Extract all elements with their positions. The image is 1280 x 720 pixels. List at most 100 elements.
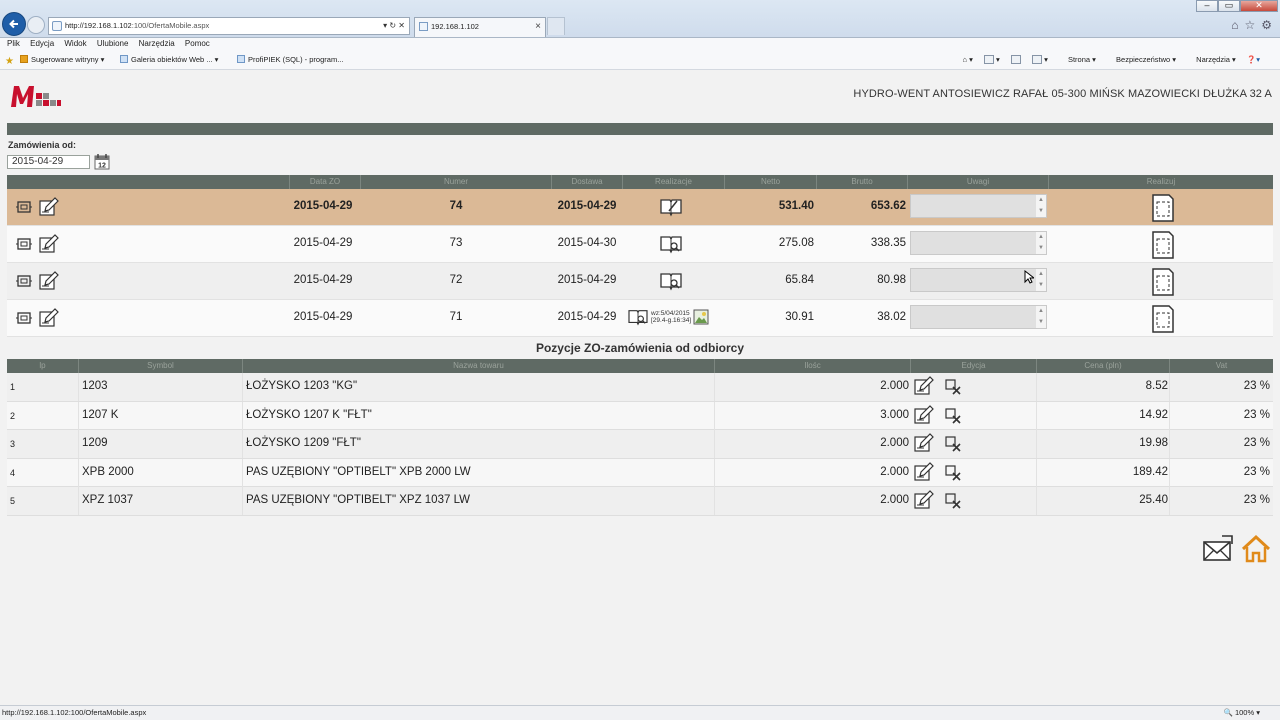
details-icon[interactable]: [16, 200, 32, 214]
realize-order-icon[interactable]: [1150, 268, 1176, 296]
realize-order-icon[interactable]: [1150, 305, 1176, 333]
menu-tools[interactable]: Narzędzia: [139, 39, 175, 48]
realizations-search-icon[interactable]: [659, 271, 683, 291]
position-row[interactable]: 5 XPZ 1037 PAS UZĘBIONY "OPTIBELT" XPZ 103…: [7, 487, 1273, 516]
new-tab-button[interactable]: [547, 17, 565, 35]
home-browser-icon[interactable]: ⌂: [1231, 18, 1238, 32]
menu-help[interactable]: Pomoc: [185, 39, 210, 48]
restore-button[interactable]: ▭: [1218, 0, 1240, 12]
help-icon[interactable]: ❓▾: [1247, 55, 1260, 64]
favorites-bar: ★ Sugerowane witryny ▾ Galeria obiektów …: [0, 52, 1280, 70]
col-gross: Brutto: [851, 177, 873, 186]
window-controls: – ▭ ✕: [1196, 0, 1278, 12]
order-number: 71: [449, 311, 463, 323]
home-cmd-icon[interactable]: ⌂ ▾: [962, 55, 972, 64]
col-product-name: Nazwa towaru: [453, 361, 504, 370]
position-row[interactable]: 2 1207 K ŁOŻYSKO 1207 K "FŁT" 3.000 14.92 23 …: [7, 401, 1273, 430]
orders-table: Data ZO Numer Dostawa Realizacje Netto B…: [7, 175, 1273, 337]
close-window-button[interactable]: ✕: [1240, 0, 1278, 12]
delete-position-icon[interactable]: [945, 436, 961, 452]
position-name: ŁOŻYSKO 1203 "KG": [246, 380, 358, 392]
favorites-star-icon[interactable]: ☆: [1244, 18, 1255, 32]
realizations-book-icon[interactable]: [659, 197, 683, 217]
realizations-search-icon[interactable]: [627, 308, 649, 326]
browser-tab[interactable]: 192.168.1.102 ×: [414, 17, 546, 37]
note-spinner[interactable]: ▲ ▼: [1036, 269, 1046, 291]
menu-view[interactable]: Widok: [64, 39, 86, 48]
edit-position-icon[interactable]: [914, 490, 934, 510]
position-quantity: 2.000: [880, 465, 909, 478]
position-quantity: 2.000: [880, 494, 909, 506]
position-row[interactable]: 4 XPB 2000 PAS UZĘBIONY "OPTIBELT" XPB 200…: [7, 458, 1273, 487]
order-net: 531.40: [778, 200, 814, 212]
delete-position-icon[interactable]: [945, 407, 961, 424]
refresh-icon[interactable]: ▾ ↻ ✕: [383, 18, 405, 34]
mail-cmd-icon[interactable]: [1010, 55, 1021, 64]
back-button[interactable]: [2, 12, 26, 36]
order-delivery: 2015-04-29: [557, 274, 617, 286]
menu-edit[interactable]: Edycja: [30, 39, 54, 48]
order-row[interactable]: 2015-04-29 71 2015-04-29 wz:5/04/2015 [29…: [7, 300, 1273, 337]
order-note-input[interactable]: ▲ ▼: [910, 194, 1047, 218]
details-icon[interactable]: [16, 274, 32, 288]
order-row[interactable]: 2015-04-29 72 2015-04-29 65.84 80.98 ▲ ▼: [7, 263, 1273, 300]
order-row[interactable]: 2015-04-29 74 2015-04-29 531.40 653.62 ▲…: [7, 189, 1273, 226]
zoom-level[interactable]: 🔍 100% ▾: [1224, 706, 1260, 720]
realize-order-icon[interactable]: [1150, 194, 1176, 222]
cmd-security[interactable]: Bezpieczeństwo ▾: [1107, 55, 1176, 64]
fav-suggested-sites[interactable]: Sugerowane witryny ▾: [20, 52, 104, 68]
note-spinner[interactable]: ▲ ▼: [1036, 195, 1046, 217]
realize-order-icon[interactable]: [1150, 231, 1176, 259]
order-note-input[interactable]: ▲ ▼: [910, 231, 1047, 255]
col-vat: Vat: [1215, 361, 1228, 370]
fav-web-gallery[interactable]: Galeria obiektów Web ... ▾: [120, 52, 218, 68]
home-button[interactable]: [1240, 534, 1272, 564]
edit-position-icon[interactable]: [914, 433, 934, 453]
cmd-tools[interactable]: Narzędzia ▾: [1187, 55, 1236, 64]
edit-order-icon[interactable]: [39, 271, 59, 291]
address-bar[interactable]: http://192.168.1.102:100/OfertaMobile.as…: [48, 17, 410, 35]
note-spinner[interactable]: ▲ ▼: [1036, 232, 1046, 254]
position-price: 189.42: [1132, 465, 1168, 478]
position-row[interactable]: 3 1209 ŁOŻYSKO 1209 "FŁT" 2.000 19.98 23 %: [7, 430, 1273, 459]
fav-profipiek[interactable]: ProfiPIEK (SQL) - program...: [237, 52, 343, 68]
favorites-star-icon[interactable]: ★: [5, 54, 14, 70]
details-icon[interactable]: [16, 237, 32, 251]
details-icon[interactable]: [16, 311, 32, 325]
position-symbol: XPB 2000: [82, 465, 134, 478]
edit-position-icon[interactable]: [914, 376, 934, 396]
edit-order-icon[interactable]: [39, 308, 59, 328]
order-net: 30.91: [785, 311, 814, 323]
edit-position-icon[interactable]: [914, 404, 934, 425]
settings-gear-icon[interactable]: ⚙: [1261, 18, 1272, 32]
minimize-button[interactable]: –: [1196, 0, 1218, 12]
menu-file[interactable]: Plik: [7, 39, 20, 48]
cmd-page[interactable]: Strona ▾: [1059, 55, 1096, 64]
order-net: 65.84: [785, 274, 814, 286]
tab-close-icon[interactable]: ×: [535, 18, 541, 36]
forward-button[interactable]: [27, 16, 45, 34]
feeds-icon[interactable]: ▾: [983, 55, 1000, 64]
print-icon[interactable]: ▾: [1032, 55, 1048, 64]
col-realize: Realizuj: [1146, 177, 1176, 186]
order-row[interactable]: 2015-04-29 73 2015-04-30 275.08 338.35 ▲…: [7, 226, 1273, 263]
edit-order-icon[interactable]: [39, 234, 59, 254]
position-row[interactable]: 1 1203 ŁOŻYSKO 1203 "KG" 2.000 8.52 23 %: [7, 373, 1273, 402]
position-symbol: 1203: [82, 380, 108, 392]
menu-favorites[interactable]: Ulubione: [97, 39, 129, 48]
calendar-icon[interactable]: 12: [94, 153, 110, 170]
send-mail-button[interactable]: [1202, 534, 1234, 564]
realizations-search-icon[interactable]: [659, 234, 683, 254]
delete-position-icon[interactable]: [945, 493, 961, 509]
order-delivery: 2015-04-29: [557, 311, 617, 323]
edit-order-icon[interactable]: [39, 197, 59, 217]
positions-title: Pozycje ZO-zamówienia od odbiorcy: [535, 341, 745, 355]
positions-table: lp Symbol Nazwa towaru Ilośc Edycja Cena…: [7, 359, 1273, 516]
delete-position-icon[interactable]: [945, 464, 961, 481]
realization-entry[interactable]: wz:5/04/2015 [29.4-g.16:34]: [627, 308, 709, 326]
note-spinner[interactable]: ▲ ▼: [1036, 306, 1046, 328]
order-note-input[interactable]: ▲ ▼: [910, 305, 1047, 329]
orders-from-date-input[interactable]: 2015-04-29: [7, 155, 90, 169]
delete-position-icon[interactable]: [945, 379, 961, 395]
edit-position-icon[interactable]: [914, 461, 934, 482]
